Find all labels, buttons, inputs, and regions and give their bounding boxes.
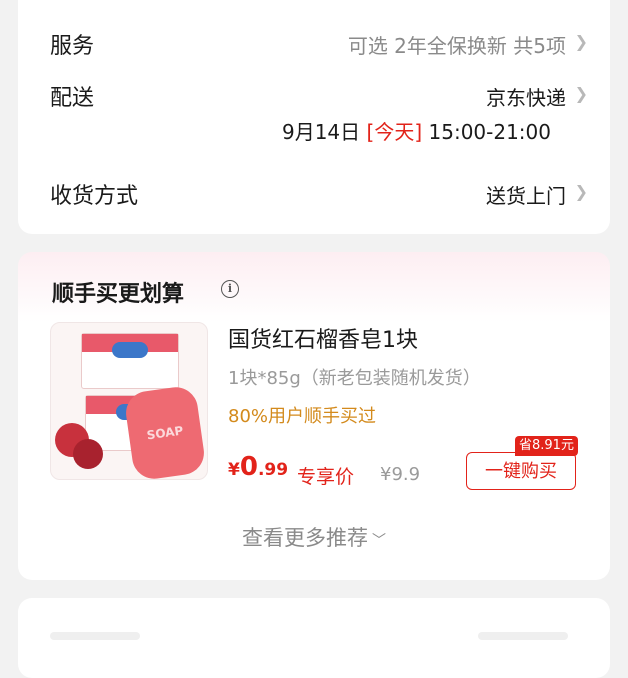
delivery-time: 9月14日 [今天] 15:00-21:00 bbox=[282, 116, 551, 145]
savings-badge: 省8.91元 bbox=[515, 436, 578, 456]
service-value: 可选 2年全保换新 共5项 bbox=[347, 34, 566, 58]
chevron-down-icon: ﹀ bbox=[372, 533, 386, 549]
chevron-right-icon: ❯ bbox=[574, 84, 588, 103]
receive-method-label: 收货方式 bbox=[50, 184, 139, 209]
receive-method-value: 送货上门 bbox=[486, 184, 566, 208]
product-image[interactable]: SOAP bbox=[50, 322, 208, 480]
service-label: 服务 bbox=[50, 34, 95, 59]
next-section-card bbox=[18, 598, 610, 678]
delivery-today-tag: [今天] bbox=[366, 120, 423, 144]
soap-bar: SOAP bbox=[123, 384, 207, 479]
product-name[interactable]: 国货红石榴香皂1块 bbox=[228, 322, 418, 354]
see-more-recommendations[interactable]: 查看更多推荐 ﹀ bbox=[18, 522, 610, 552]
delivery-carrier: 京东快递 bbox=[486, 86, 566, 110]
delivery-info-card: 服务 可选 2年全保换新 共5项 ❯ 配送 京东快递 ❯ 9月14日 [今天] … bbox=[18, 0, 610, 234]
chevron-right-icon: ❯ bbox=[574, 182, 588, 201]
info-icon[interactable]: i bbox=[221, 280, 239, 298]
delivery-date: 9月14日 bbox=[281, 120, 361, 144]
product-spec: 1块*85g（新老包装随机发货） bbox=[228, 368, 481, 389]
product-popularity: 80%用户顺手买过 bbox=[228, 406, 377, 427]
delivery-label: 配送 bbox=[50, 86, 95, 111]
chevron-right-icon: ❯ bbox=[574, 32, 588, 51]
exclusive-price-tag: 专享价 bbox=[297, 466, 355, 488]
see-more-label: 查看更多推荐 bbox=[242, 526, 368, 550]
section-title: 顺手买更划算 bbox=[52, 282, 185, 307]
product-price: ¥0.99 bbox=[228, 452, 289, 482]
original-price: ¥9.9 bbox=[380, 464, 421, 485]
delivery-time-range: 15:00-21:00 bbox=[428, 120, 552, 144]
one-click-buy-button[interactable]: 一键购买 bbox=[466, 452, 576, 490]
addon-recommendation-card: 顺手买更划算 i SOAP 国货红石榴香皂1块 1块*85g（新老包装随机发货）… bbox=[18, 252, 610, 580]
